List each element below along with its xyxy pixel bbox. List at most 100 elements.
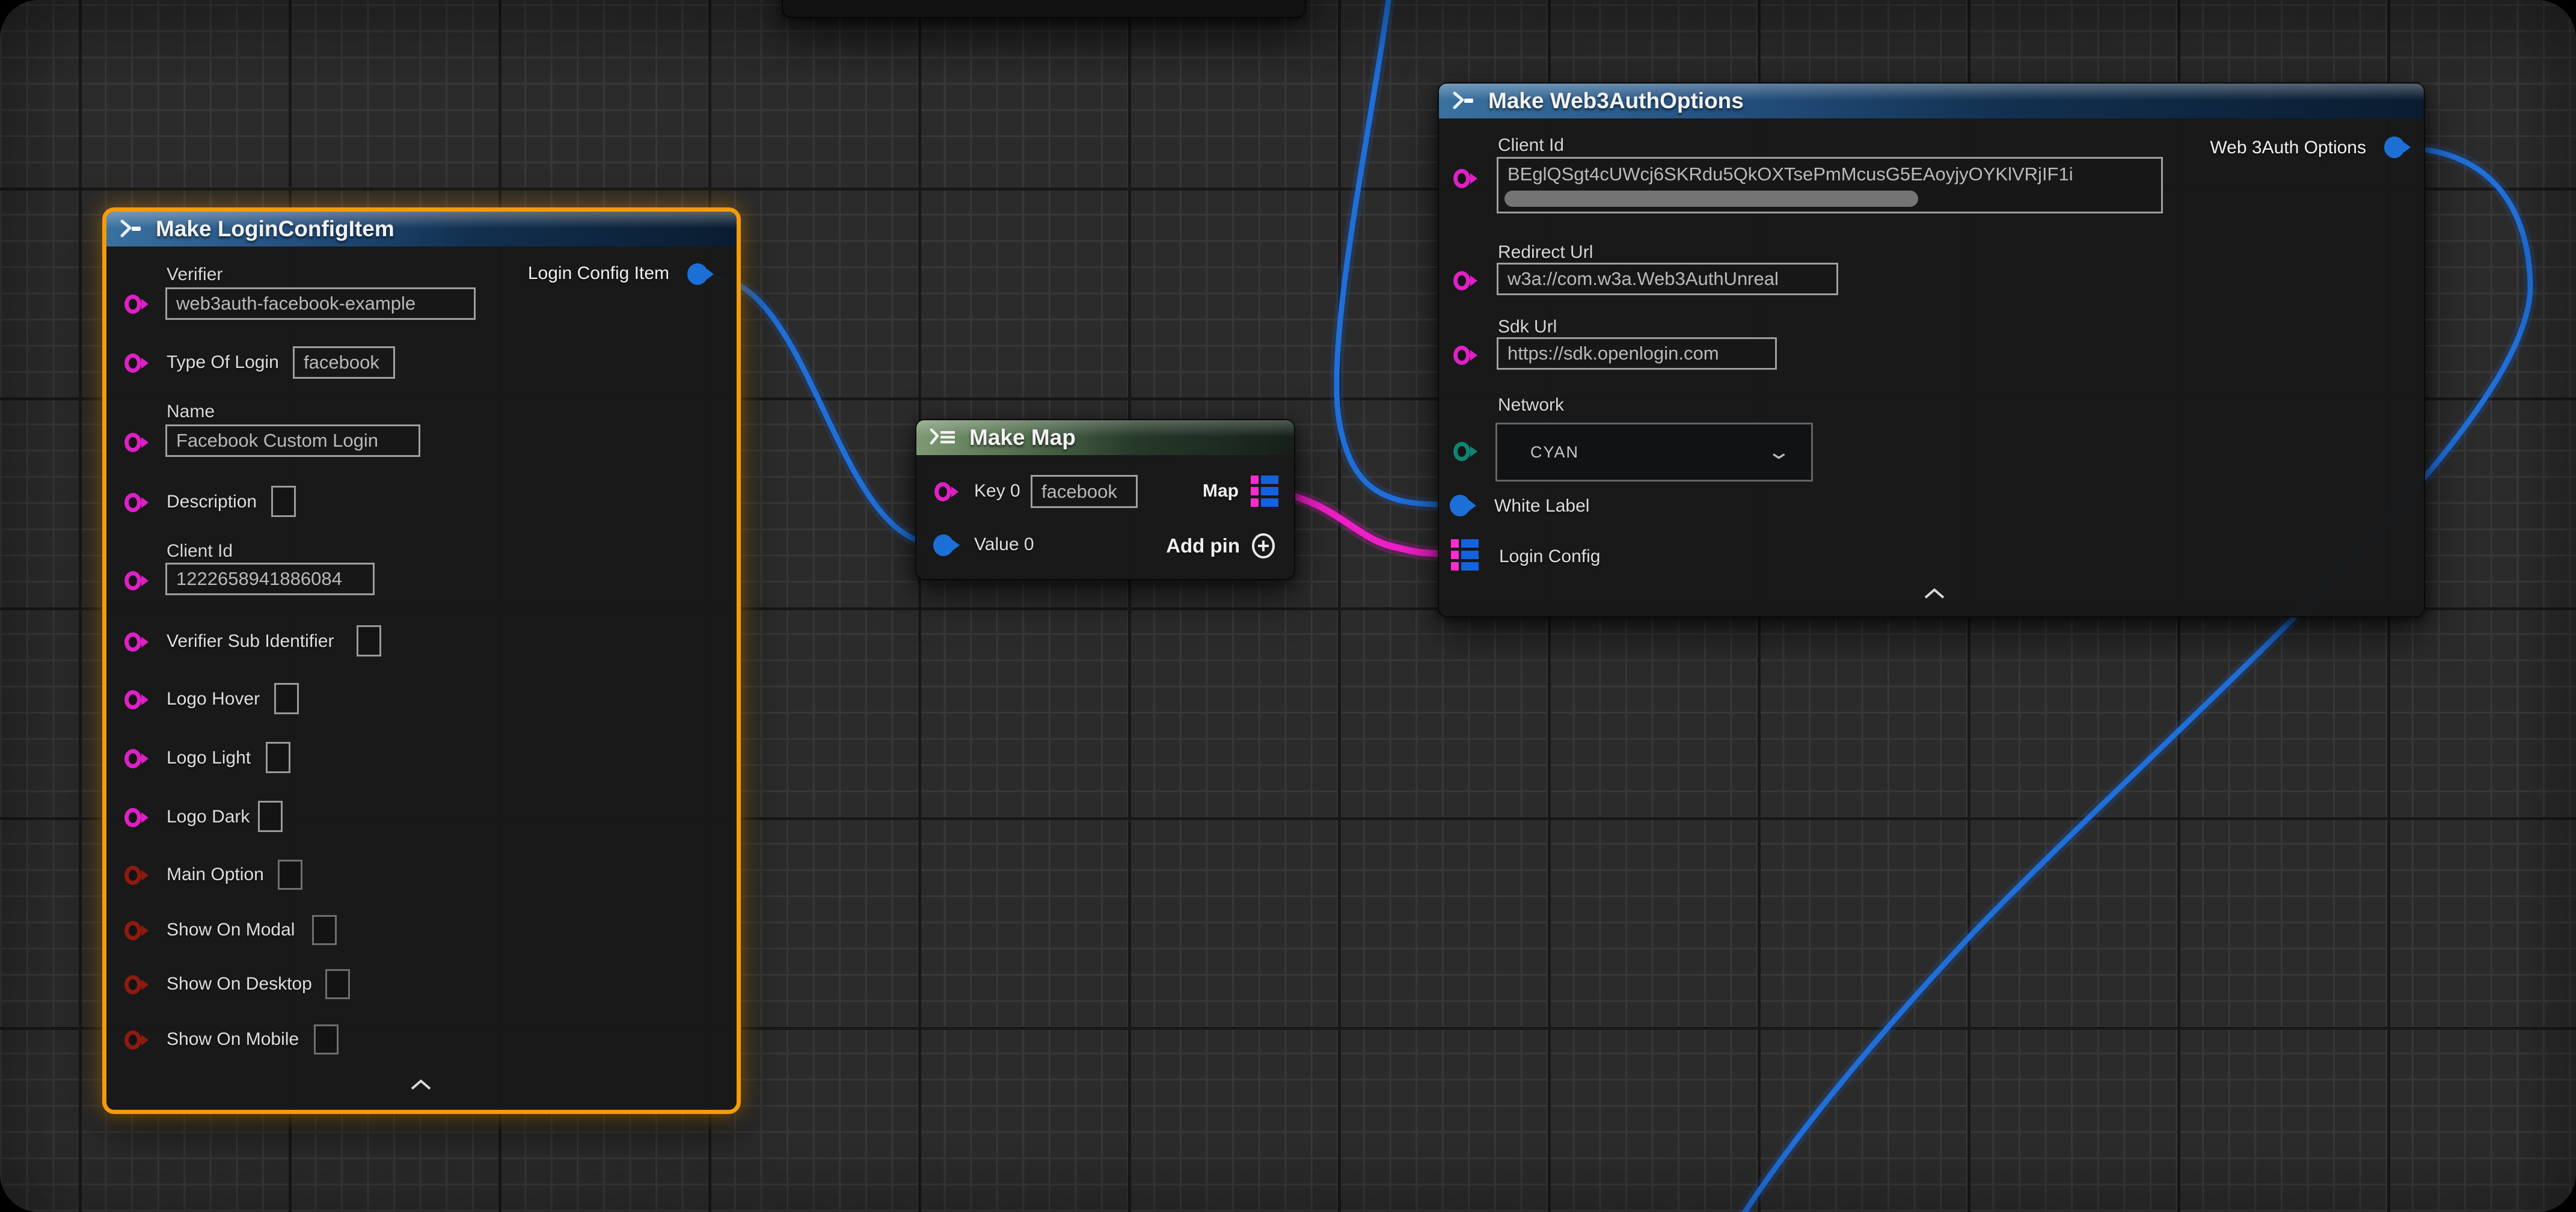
label-description: Description bbox=[167, 492, 257, 512]
make-struct-icon bbox=[1451, 90, 1477, 112]
label-verifier-sub-identifier: Verifier Sub Identifier bbox=[167, 631, 334, 652]
wire-map-to-loginconfig[interactable] bbox=[1280, 493, 1449, 554]
pin-value0[interactable] bbox=[933, 534, 954, 556]
label-verifier: Verifier bbox=[167, 265, 222, 285]
add-pin-button[interactable]: Add pin bbox=[1166, 533, 1276, 559]
output-label-map: Map bbox=[1203, 481, 1239, 501]
pin-show-on-mobile[interactable] bbox=[124, 1030, 141, 1050]
field-key0-value: facebook bbox=[1041, 481, 1117, 503]
pin-login-config-map-icon[interactable] bbox=[1451, 539, 1481, 572]
node-header-make-loginconfigitem[interactable]: Make LoginConfigItem bbox=[106, 212, 737, 246]
pin-show-on-desktop[interactable] bbox=[124, 975, 141, 994]
field-client-id[interactable]: 1222658941886084 bbox=[165, 563, 375, 595]
pin-white-label[interactable] bbox=[1450, 495, 1470, 516]
pin-name[interactable] bbox=[124, 433, 141, 452]
checkbox-show-on-mobile[interactable] bbox=[314, 1024, 339, 1054]
pin-out-login-config-item[interactable] bbox=[687, 263, 708, 285]
pin-logo-hover[interactable] bbox=[124, 690, 141, 709]
output-label-login-config-item: Login Config Item bbox=[528, 263, 669, 284]
pin-description[interactable] bbox=[124, 493, 141, 512]
pin-sdk-url[interactable] bbox=[1453, 346, 1470, 365]
field-logo-dark-empty[interactable] bbox=[258, 801, 283, 832]
field-description-empty[interactable] bbox=[271, 486, 296, 517]
label-type-of-login: Type Of Login bbox=[167, 352, 279, 373]
label-key0: Key 0 bbox=[974, 481, 1020, 501]
label-show-on-desktop: Show On Desktop bbox=[167, 974, 312, 994]
partial-node-top[interactable] bbox=[782, 0, 1306, 18]
map-pin-icon[interactable] bbox=[1251, 476, 1281, 508]
make-map-icon bbox=[928, 427, 958, 448]
field-redirect-url-value: w3a://com.w3a.Web3AuthUnreal bbox=[1507, 268, 1779, 290]
pin-type-of-login[interactable] bbox=[124, 354, 141, 373]
label-show-on-modal: Show On Modal bbox=[167, 920, 295, 940]
graph-canvas[interactable]: Make LoginConfigItem Login Config Item V… bbox=[0, 0, 2576, 1212]
label-client-id: Client Id bbox=[1498, 135, 1564, 156]
wire-map-to-loginconfig-glow bbox=[1280, 493, 1449, 554]
pin-logo-dark[interactable] bbox=[124, 808, 141, 827]
node-title: Make Map bbox=[969, 425, 1076, 450]
node-make-loginconfigitem[interactable]: Make LoginConfigItem Login Config Item V… bbox=[102, 207, 741, 1114]
label-sdk-url: Sdk Url bbox=[1498, 317, 1557, 337]
node-title: Make LoginConfigItem bbox=[156, 216, 394, 242]
label-show-on-mobile: Show On Mobile bbox=[167, 1029, 299, 1050]
pin-key0[interactable] bbox=[934, 482, 951, 501]
label-main-option: Main Option bbox=[167, 865, 264, 885]
field-logo-light-empty[interactable] bbox=[266, 742, 290, 773]
wire-loginconfig-to-value0-glow bbox=[710, 277, 938, 544]
field-client-id[interactable]: BEglQSgt4cUWcj6SKRdu5QkOXTsePmMcusG5EAoy… bbox=[1497, 157, 2163, 213]
field-client-id-scrollbar[interactable] bbox=[1504, 191, 1918, 207]
field-logo-hover-empty[interactable] bbox=[274, 683, 299, 714]
checkbox-show-on-modal[interactable] bbox=[312, 915, 337, 945]
dropdown-network-value: CYAN bbox=[1530, 443, 1579, 462]
label-value0: Value 0 bbox=[974, 534, 1034, 555]
field-redirect-url[interactable]: w3a://com.w3a.Web3AuthUnreal bbox=[1497, 263, 1838, 295]
label-logo-dark: Logo Dark bbox=[167, 807, 250, 827]
dropdown-network[interactable]: CYAN ⌄ bbox=[1495, 423, 1813, 482]
collapse-chevron-icon[interactable] bbox=[410, 1079, 432, 1091]
node-make-map[interactable]: Make Map Key 0 facebook Map Value 0 Add … bbox=[915, 419, 1295, 580]
field-sdk-url[interactable]: https://sdk.openlogin.com bbox=[1497, 337, 1777, 370]
label-login-config: Login Config bbox=[1499, 546, 1600, 567]
field-sdk-url-value: https://sdk.openlogin.com bbox=[1507, 343, 1719, 364]
field-name-value: Facebook Custom Login bbox=[176, 430, 378, 451]
field-key0[interactable]: facebook bbox=[1031, 475, 1138, 508]
pin-main-option[interactable] bbox=[124, 866, 141, 885]
field-type-of-login[interactable]: facebook bbox=[293, 346, 395, 379]
field-verifier-value: web3auth-facebook-example bbox=[176, 293, 416, 314]
pin-client-id[interactable] bbox=[124, 571, 141, 590]
add-pin-plus-icon bbox=[1251, 533, 1276, 559]
pin-out-web3auth-options[interactable] bbox=[2384, 136, 2405, 158]
pin-redirect-url[interactable] bbox=[1453, 271, 1470, 290]
pin-show-on-modal[interactable] bbox=[124, 921, 141, 940]
field-client-id-value: BEglQSgt4cUWcj6SKRdu5QkOXTsePmMcusG5EAoy… bbox=[1507, 164, 2073, 185]
node-header-make-web3authoptions[interactable]: Make Web3AuthOptions bbox=[1439, 84, 2424, 118]
field-type-of-login-value: facebook bbox=[304, 352, 379, 373]
pin-verifier-sub-identifier[interactable] bbox=[124, 632, 141, 652]
field-name[interactable]: Facebook Custom Login bbox=[165, 424, 420, 457]
field-verifier[interactable]: web3auth-facebook-example bbox=[165, 287, 476, 320]
chevron-down-icon: ⌄ bbox=[1766, 440, 1791, 464]
blueprint-editor: Make LoginConfigItem Login Config Item V… bbox=[0, 0, 2576, 1212]
label-logo-hover: Logo Hover bbox=[167, 689, 260, 709]
node-make-web3authoptions[interactable]: Make Web3AuthOptions Web 3Auth Options C… bbox=[1438, 82, 2425, 617]
label-client-id: Client Id bbox=[167, 541, 233, 562]
label-name: Name bbox=[167, 402, 215, 422]
make-struct-icon bbox=[118, 218, 145, 240]
label-network: Network bbox=[1498, 395, 1564, 415]
label-logo-light: Logo Light bbox=[167, 748, 251, 768]
wire-top-to-whitelabel[interactable] bbox=[1337, 0, 1443, 504]
pin-network[interactable] bbox=[1453, 442, 1470, 461]
node-title: Make Web3AuthOptions bbox=[1488, 88, 1744, 114]
field-verifier-sub-identifier-empty[interactable] bbox=[357, 625, 381, 656]
label-redirect-url: Redirect Url bbox=[1498, 242, 1593, 263]
pin-verifier[interactable] bbox=[124, 295, 141, 314]
pin-client-id[interactable] bbox=[1453, 169, 1470, 188]
output-label-web3auth-options: Web 3Auth Options bbox=[2210, 138, 2366, 158]
pin-logo-light[interactable] bbox=[124, 749, 141, 768]
wire-top-to-whitelabel-glow bbox=[1337, 0, 1443, 504]
checkbox-main-option[interactable] bbox=[278, 860, 302, 890]
node-header-make-map[interactable]: Make Map bbox=[916, 420, 1294, 455]
collapse-chevron-icon[interactable] bbox=[1924, 587, 1945, 599]
checkbox-show-on-desktop[interactable] bbox=[325, 969, 350, 999]
wire-loginconfig-to-value0[interactable] bbox=[710, 277, 938, 544]
